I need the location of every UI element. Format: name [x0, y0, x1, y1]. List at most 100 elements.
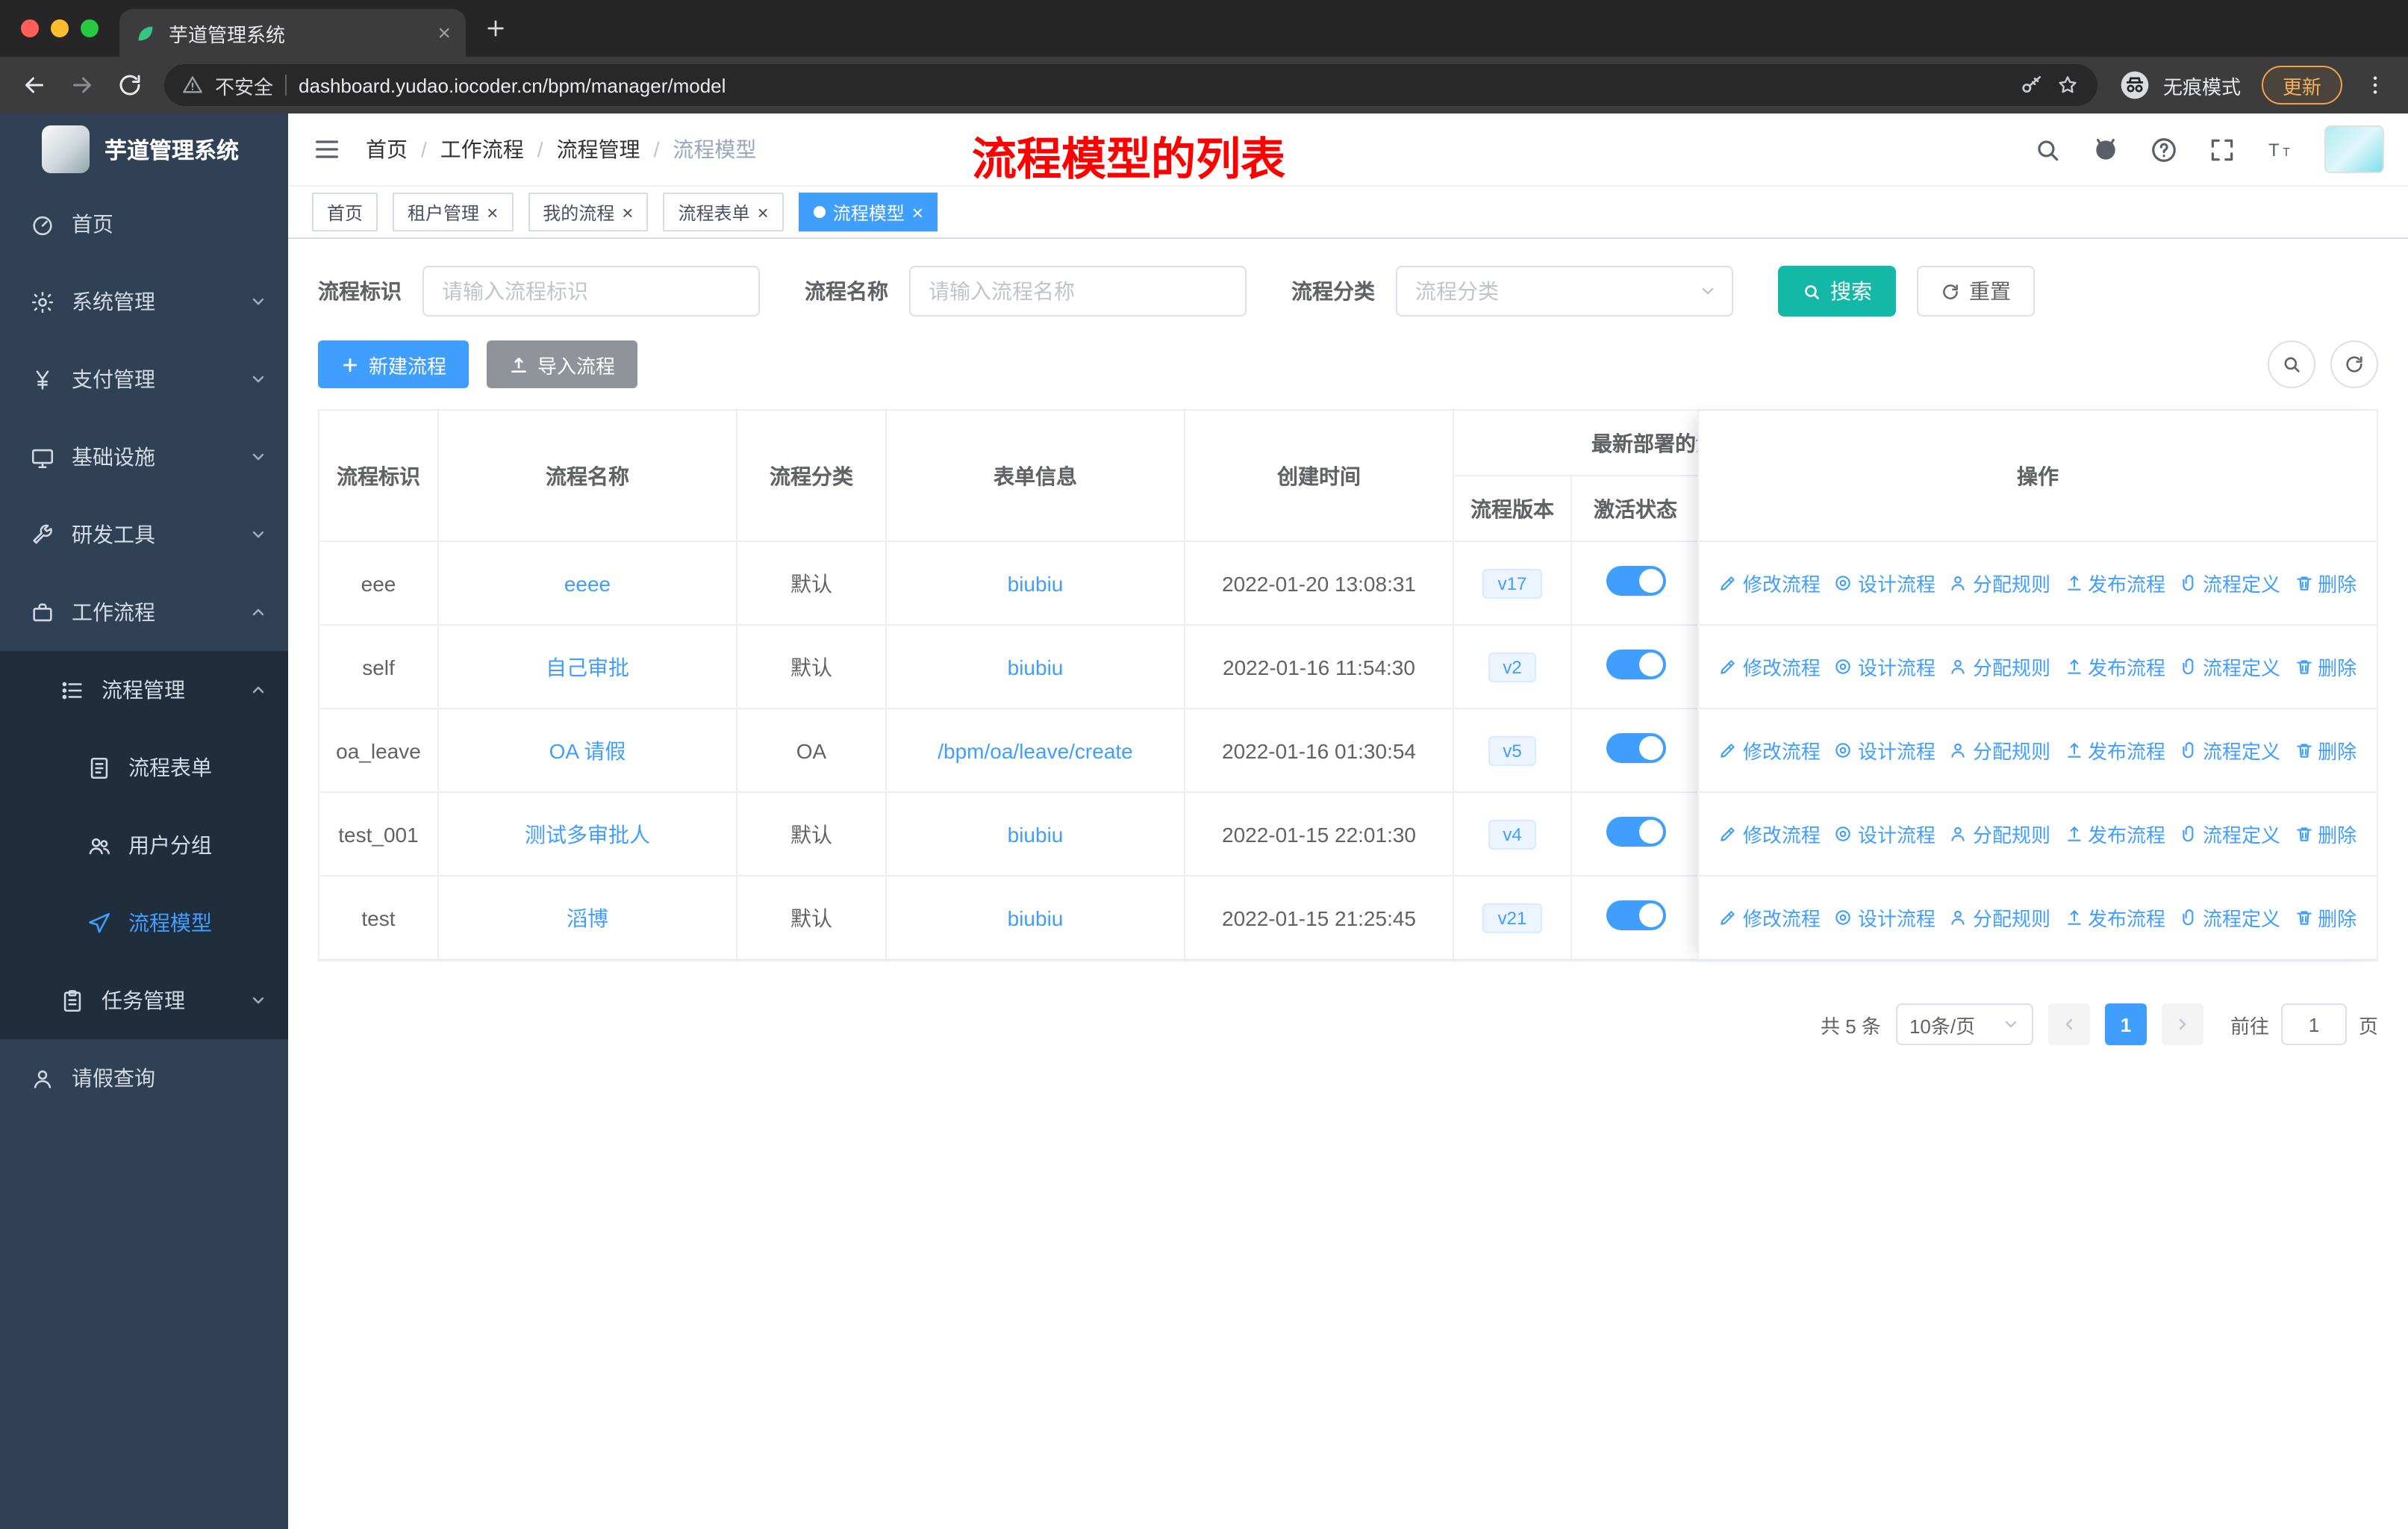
- github-icon[interactable]: [2092, 135, 2120, 164]
- action-publish-process-link[interactable]: 发布流程: [2064, 736, 2165, 764]
- process-name-link[interactable]: eeee: [564, 571, 611, 595]
- close-icon[interactable]: ×: [487, 202, 498, 222]
- sidebar-item-home[interactable]: 首页: [0, 185, 288, 263]
- action-design-process-link[interactable]: 设计流程: [1834, 736, 1936, 764]
- action-assign-rule-link[interactable]: 分配规则: [1949, 820, 2050, 848]
- reload-icon[interactable]: [116, 72, 143, 99]
- action-delete-link[interactable]: 删除: [2294, 653, 2356, 681]
- action-delete-link[interactable]: 删除: [2294, 569, 2356, 597]
- action-design-process-link[interactable]: 设计流程: [1834, 903, 1936, 932]
- font-size-icon[interactable]: TT: [2266, 135, 2295, 164]
- activation-toggle[interactable]: [1606, 900, 1665, 930]
- sidebar-item-devtools[interactable]: 研发工具: [0, 496, 288, 573]
- tag-process-model[interactable]: 流程模型 ×: [798, 193, 938, 231]
- action-edit-process-link[interactable]: 修改流程: [1719, 820, 1821, 848]
- close-icon[interactable]: ×: [912, 202, 923, 222]
- action-design-process-link[interactable]: 设计流程: [1834, 569, 1936, 597]
- action-design-process-link[interactable]: 设计流程: [1834, 653, 1936, 681]
- create-process-button[interactable]: 新建流程: [318, 340, 470, 388]
- action-publish-process-link[interactable]: 发布流程: [2064, 820, 2165, 848]
- search-icon[interactable]: [2033, 135, 2062, 164]
- action-edit-process-link[interactable]: 修改流程: [1719, 569, 1821, 597]
- tag-tenant[interactable]: 租户管理 ×: [393, 193, 514, 231]
- action-process-definition-link[interactable]: 流程定义: [2179, 653, 2280, 681]
- security-label[interactable]: 不安全: [215, 71, 273, 99]
- sidebar-item-workflow[interactable]: 工作流程: [0, 573, 288, 651]
- address-bar[interactable]: 不安全 dashboard.yudao.iocoder.cn/bpm/manag…: [164, 64, 2097, 106]
- browser-tab[interactable]: 芋道管理系统 ×: [119, 9, 466, 57]
- tag-home[interactable]: 首页: [312, 193, 378, 231]
- process-category-select[interactable]: 流程分类: [1396, 266, 1733, 317]
- prev-page-button[interactable]: [2047, 1003, 2090, 1045]
- search-button[interactable]: 搜索: [1778, 266, 1896, 317]
- close-icon[interactable]: ×: [758, 202, 769, 222]
- activation-toggle[interactable]: [1606, 733, 1665, 763]
- action-delete-link[interactable]: 删除: [2294, 736, 2356, 764]
- sidebar-item-user-group[interactable]: 用户分组: [0, 806, 288, 884]
- form-info-link[interactable]: /bpm/oa/leave/create: [938, 738, 1133, 762]
- sidebar-item-leave-query[interactable]: 请假查询: [0, 1039, 288, 1117]
- new-tab-icon[interactable]: [484, 16, 508, 40]
- breadcrumb-item[interactable]: 流程管理: [557, 134, 640, 164]
- tab-close-icon[interactable]: ×: [437, 22, 451, 44]
- bookmark-star-icon[interactable]: [2056, 73, 2080, 97]
- action-assign-rule-link[interactable]: 分配规则: [1949, 903, 2050, 932]
- action-design-process-link[interactable]: 设计流程: [1834, 820, 1936, 848]
- page-size-select[interactable]: 10条/页: [1895, 1003, 2033, 1045]
- next-page-button[interactable]: [2161, 1003, 2203, 1045]
- action-edit-process-link[interactable]: 修改流程: [1719, 903, 1821, 932]
- sidebar-item-process-form[interactable]: 流程表单: [0, 729, 288, 806]
- action-process-definition-link[interactable]: 流程定义: [2179, 736, 2280, 764]
- reset-button[interactable]: 重置: [1917, 266, 2035, 317]
- tag-my-process[interactable]: 我的流程 ×: [528, 193, 649, 231]
- tag-process-form[interactable]: 流程表单 ×: [663, 193, 784, 231]
- sidebar-item-process-management[interactable]: 流程管理: [0, 651, 288, 729]
- hamburger-icon[interactable]: [312, 134, 342, 164]
- insecure-warning-icon[interactable]: [182, 75, 203, 96]
- action-publish-process-link[interactable]: 发布流程: [2064, 653, 2165, 681]
- help-icon[interactable]: [2150, 135, 2178, 164]
- sidebar-item-infrastructure[interactable]: 基础设施: [0, 418, 288, 496]
- action-assign-rule-link[interactable]: 分配规则: [1949, 653, 2050, 681]
- user-avatar[interactable]: [2324, 125, 2384, 173]
- close-icon[interactable]: ×: [622, 202, 633, 222]
- import-process-button[interactable]: 导入流程: [487, 340, 638, 388]
- action-assign-rule-link[interactable]: 分配规则: [1949, 736, 2050, 764]
- window-zoom-button[interactable]: [81, 19, 99, 37]
- action-delete-link[interactable]: 删除: [2294, 903, 2356, 932]
- forward-icon[interactable]: [69, 72, 96, 99]
- password-key-icon[interactable]: [2020, 73, 2044, 97]
- form-info-link[interactable]: biubiu: [1008, 571, 1064, 595]
- activation-toggle[interactable]: [1606, 650, 1665, 679]
- sidebar-item-payment[interactable]: 支付管理: [0, 340, 288, 418]
- activation-toggle[interactable]: [1606, 566, 1665, 596]
- breadcrumb-item[interactable]: 首页: [366, 134, 408, 164]
- browser-update-button[interactable]: 更新: [2261, 66, 2342, 105]
- window-minimize-button[interactable]: [51, 19, 69, 37]
- activation-toggle[interactable]: [1606, 817, 1665, 847]
- sidebar-item-system[interactable]: 系统管理: [0, 263, 288, 340]
- fullscreen-icon[interactable]: [2208, 135, 2236, 164]
- process-id-input[interactable]: [422, 266, 760, 317]
- form-info-link[interactable]: biubiu: [1008, 906, 1064, 929]
- window-close-button[interactable]: [21, 19, 39, 37]
- url-text[interactable]: dashboard.yudao.iocoder.cn/bpm/manager/m…: [299, 74, 2008, 96]
- action-publish-process-link[interactable]: 发布流程: [2064, 903, 2165, 932]
- current-page[interactable]: 1: [2104, 1003, 2147, 1045]
- toggle-search-button[interactable]: [2268, 340, 2315, 388]
- refresh-table-button[interactable]: [2330, 340, 2378, 388]
- action-delete-link[interactable]: 删除: [2294, 820, 2356, 848]
- action-publish-process-link[interactable]: 发布流程: [2064, 569, 2165, 597]
- action-assign-rule-link[interactable]: 分配规则: [1949, 569, 2050, 597]
- back-icon[interactable]: [21, 72, 48, 99]
- action-process-definition-link[interactable]: 流程定义: [2179, 820, 2280, 848]
- sidebar-item-process-model[interactable]: 流程模型: [0, 884, 288, 962]
- sidebar-item-task-management[interactable]: 任务管理: [0, 962, 288, 1039]
- browser-menu-icon[interactable]: [2363, 73, 2387, 97]
- process-name-input[interactable]: [909, 266, 1247, 317]
- process-name-link[interactable]: 自己审批: [546, 655, 629, 679]
- action-edit-process-link[interactable]: 修改流程: [1719, 736, 1821, 764]
- action-edit-process-link[interactable]: 修改流程: [1719, 653, 1821, 681]
- process-name-link[interactable]: 滔博: [567, 906, 608, 929]
- form-info-link[interactable]: biubiu: [1008, 822, 1064, 846]
